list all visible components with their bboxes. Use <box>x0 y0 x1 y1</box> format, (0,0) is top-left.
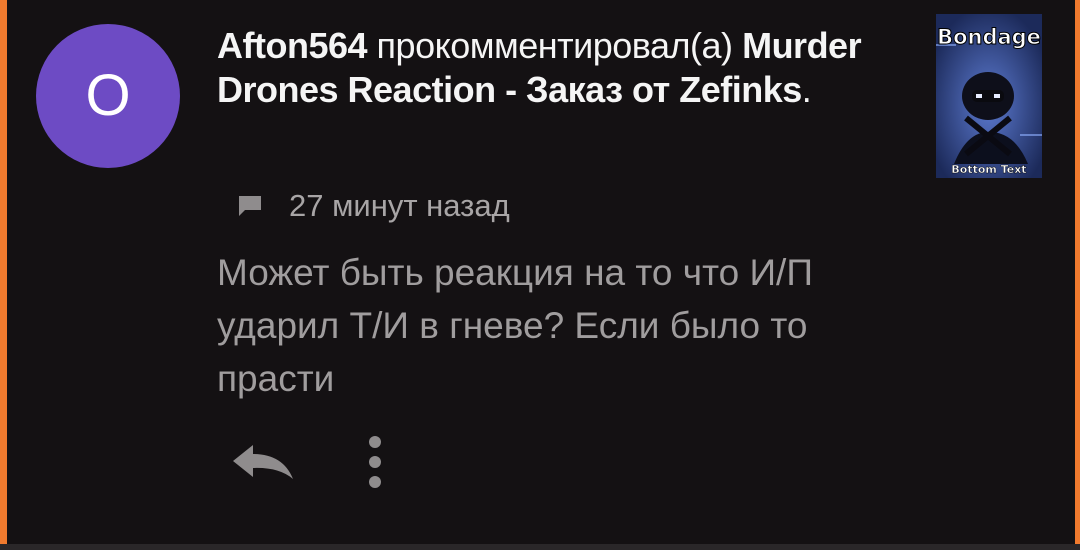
avatar[interactable]: O <box>36 24 180 168</box>
more-vertical-icon <box>368 435 382 493</box>
divider <box>0 544 1080 550</box>
title-period: . <box>801 69 812 110</box>
notification-headline[interactable]: Afton564 прокомментировал(а) Murder Dron… <box>217 24 907 112</box>
reply-icon <box>227 441 297 488</box>
accent-bar-right <box>1075 0 1080 550</box>
comment-icon <box>236 192 264 220</box>
avatar-letter: O <box>85 63 131 128</box>
timestamp: 27 минут назад <box>289 188 510 223</box>
accent-bar-left <box>0 0 7 550</box>
username[interactable]: Afton564 <box>217 25 368 66</box>
reply-button[interactable] <box>226 440 298 488</box>
more-options-button[interactable] <box>358 434 392 494</box>
action-text: прокомментировал(а) <box>376 25 734 66</box>
notification-meta: 27 минут назад <box>236 186 510 226</box>
comment-text: Может быть реакция на то что И/П ударил … <box>217 252 813 399</box>
thumbnail-top-text: Bondage <box>937 25 1041 49</box>
thumbnail-bottom-text: Bottom Text <box>951 163 1026 176</box>
post-thumbnail[interactable]: Bondage Bottom Text <box>936 14 1042 178</box>
notification-screen: O Afton564 прокомментировал(а) Murder Dr… <box>0 0 1080 550</box>
